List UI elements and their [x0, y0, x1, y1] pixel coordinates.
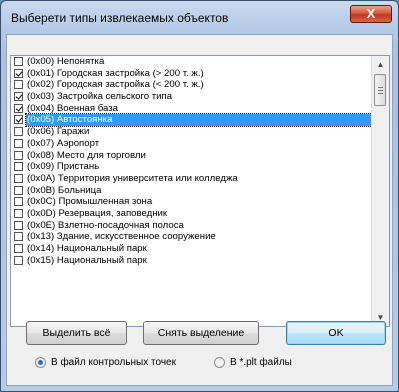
scroll-thumb[interactable] — [374, 74, 386, 106]
list-item[interactable]: (0x14) Национальный парк — [11, 243, 372, 255]
listbox-rows: (0x00) Непонятка (0x01) Городская застрой… — [11, 56, 373, 267]
item-label: (0x0D) Резервация, заповедник — [27, 207, 168, 219]
item-checkbox[interactable] — [14, 80, 23, 90]
item-label: (0x0A) Территория университета или колле… — [27, 172, 238, 184]
list-item[interactable]: (0x02) Городская застройка (< 200 т. ж.) — [11, 79, 372, 91]
grip-line — [378, 90, 383, 91]
item-label: (0x0B) Больница — [27, 184, 102, 196]
item-checkbox[interactable] — [14, 220, 23, 230]
grip-line — [378, 87, 383, 88]
scroll-up-button[interactable]: ▲ — [372, 56, 389, 73]
item-checkbox[interactable] — [14, 150, 23, 160]
item-label: (0x13) Здание, искусственное сооружение — [27, 231, 216, 243]
list-item[interactable]: (0x09) Пристань — [11, 161, 372, 173]
dialog-title: Выберети типы извлекаемых объектов — [11, 11, 229, 25]
list-item[interactable]: (0x00) Непонятка — [11, 56, 372, 68]
radio-plt-files[interactable]: В *.plt файлы — [214, 356, 324, 370]
item-checkbox[interactable] — [14, 115, 23, 125]
item-checkbox[interactable] — [14, 208, 23, 218]
radio-label: В *.plt файлы — [230, 357, 292, 368]
item-checkbox[interactable] — [14, 138, 23, 148]
vertical-scrollbar[interactable]: ▲ ▼ — [371, 56, 389, 326]
item-label: (0x08) Место для торговли — [27, 149, 146, 161]
item-checkbox[interactable] — [14, 244, 23, 253]
select-all-button[interactable]: Выделить всё — [26, 321, 127, 345]
item-checkbox[interactable] — [14, 57, 23, 66]
radio-label: В файл контрольных точек — [51, 357, 176, 368]
list-item[interactable]: (0x15) Национальный парк — [11, 255, 372, 267]
item-label: (0x07) Аэропорт — [27, 137, 100, 149]
list-item[interactable]: (0x03) Застройка сельского типа — [11, 91, 372, 103]
item-checkbox[interactable] — [14, 232, 23, 242]
close-icon: X — [366, 6, 376, 21]
item-label: (0x05) Автостоянка — [25, 113, 373, 128]
deselect-button[interactable]: Снять выделение — [143, 321, 259, 345]
dialog-body: (0x00) Непонятка (0x01) Городская застрой… — [6, 34, 393, 386]
dialog-window: Выберети типы извлекаемых объектов X (0x… — [0, 0, 399, 392]
item-label: (0x09) Пристань — [27, 161, 100, 173]
radio-indicator[interactable] — [35, 357, 46, 368]
item-checkbox[interactable] — [14, 197, 23, 207]
item-checkbox[interactable] — [14, 185, 23, 195]
list-item[interactable]: (0x0C) Промышленная зона — [11, 196, 372, 208]
ok-button[interactable]: OK — [286, 321, 386, 345]
item-label: (0x04) Военная база — [27, 102, 118, 114]
item-label: (0x03) Застройка сельского типа — [27, 91, 173, 103]
item-label: (0x02) Городская застройка (< 200 т. ж.) — [27, 79, 204, 91]
list-item[interactable]: (0x07) Аэропорт — [11, 138, 372, 150]
list-item[interactable]: (0x0A) Территория университета или колле… — [11, 173, 372, 185]
arrow-up-icon: ▲ — [376, 60, 385, 69]
item-checkbox[interactable] — [14, 127, 23, 137]
title-bar[interactable]: Выберети типы извлекаемых объектов X — [1, 1, 398, 35]
item-label: (0x0C) Промышленная зона — [27, 196, 153, 208]
close-button[interactable]: X — [350, 5, 392, 23]
grip-line — [378, 93, 383, 94]
item-checkbox[interactable] — [14, 92, 23, 102]
item-checkbox[interactable] — [14, 173, 23, 183]
radio-indicator[interactable] — [214, 357, 225, 368]
list-item[interactable]: (0x01) Городская застройка (> 200 т. ж.) — [11, 68, 372, 80]
item-label: (0x06) Гаражи — [27, 126, 90, 138]
item-label: (0x01) Городская застройка (> 200 т. ж.) — [27, 67, 204, 79]
list-item[interactable]: (0x06) Гаражи — [11, 126, 372, 138]
item-label: (0x0E) Взлетно-посадочная полоса — [27, 219, 184, 231]
item-checkbox[interactable] — [14, 103, 23, 113]
item-label: (0x15) Национальный парк — [27, 254, 147, 266]
list-item[interactable]: (0x04) Военная база — [11, 103, 372, 115]
list-item[interactable]: (0x05) Автостоянка — [11, 113, 373, 128]
item-checkbox[interactable] — [14, 162, 23, 172]
item-label: (0x00) Непонятка — [27, 56, 105, 67]
list-item[interactable]: (0x0E) Взлетно-посадочная полоса — [11, 220, 372, 232]
item-checkbox[interactable] — [14, 255, 23, 265]
list-item[interactable]: (0x0B) Больница — [11, 185, 372, 197]
object-types-listbox[interactable]: (0x00) Непонятка (0x01) Городская застрой… — [10, 55, 390, 327]
radio-waypoints-file[interactable]: В файл контрольных точек — [35, 356, 195, 370]
list-item[interactable]: (0x0D) Резервация, заповедник — [11, 208, 372, 220]
list-item[interactable]: (0x08) Место для торговли — [11, 150, 372, 162]
item-checkbox[interactable] — [14, 68, 23, 78]
item-label: (0x14) Национальный парк — [27, 243, 147, 254]
list-item[interactable]: (0x13) Здание, искусственное сооружение — [11, 231, 372, 243]
